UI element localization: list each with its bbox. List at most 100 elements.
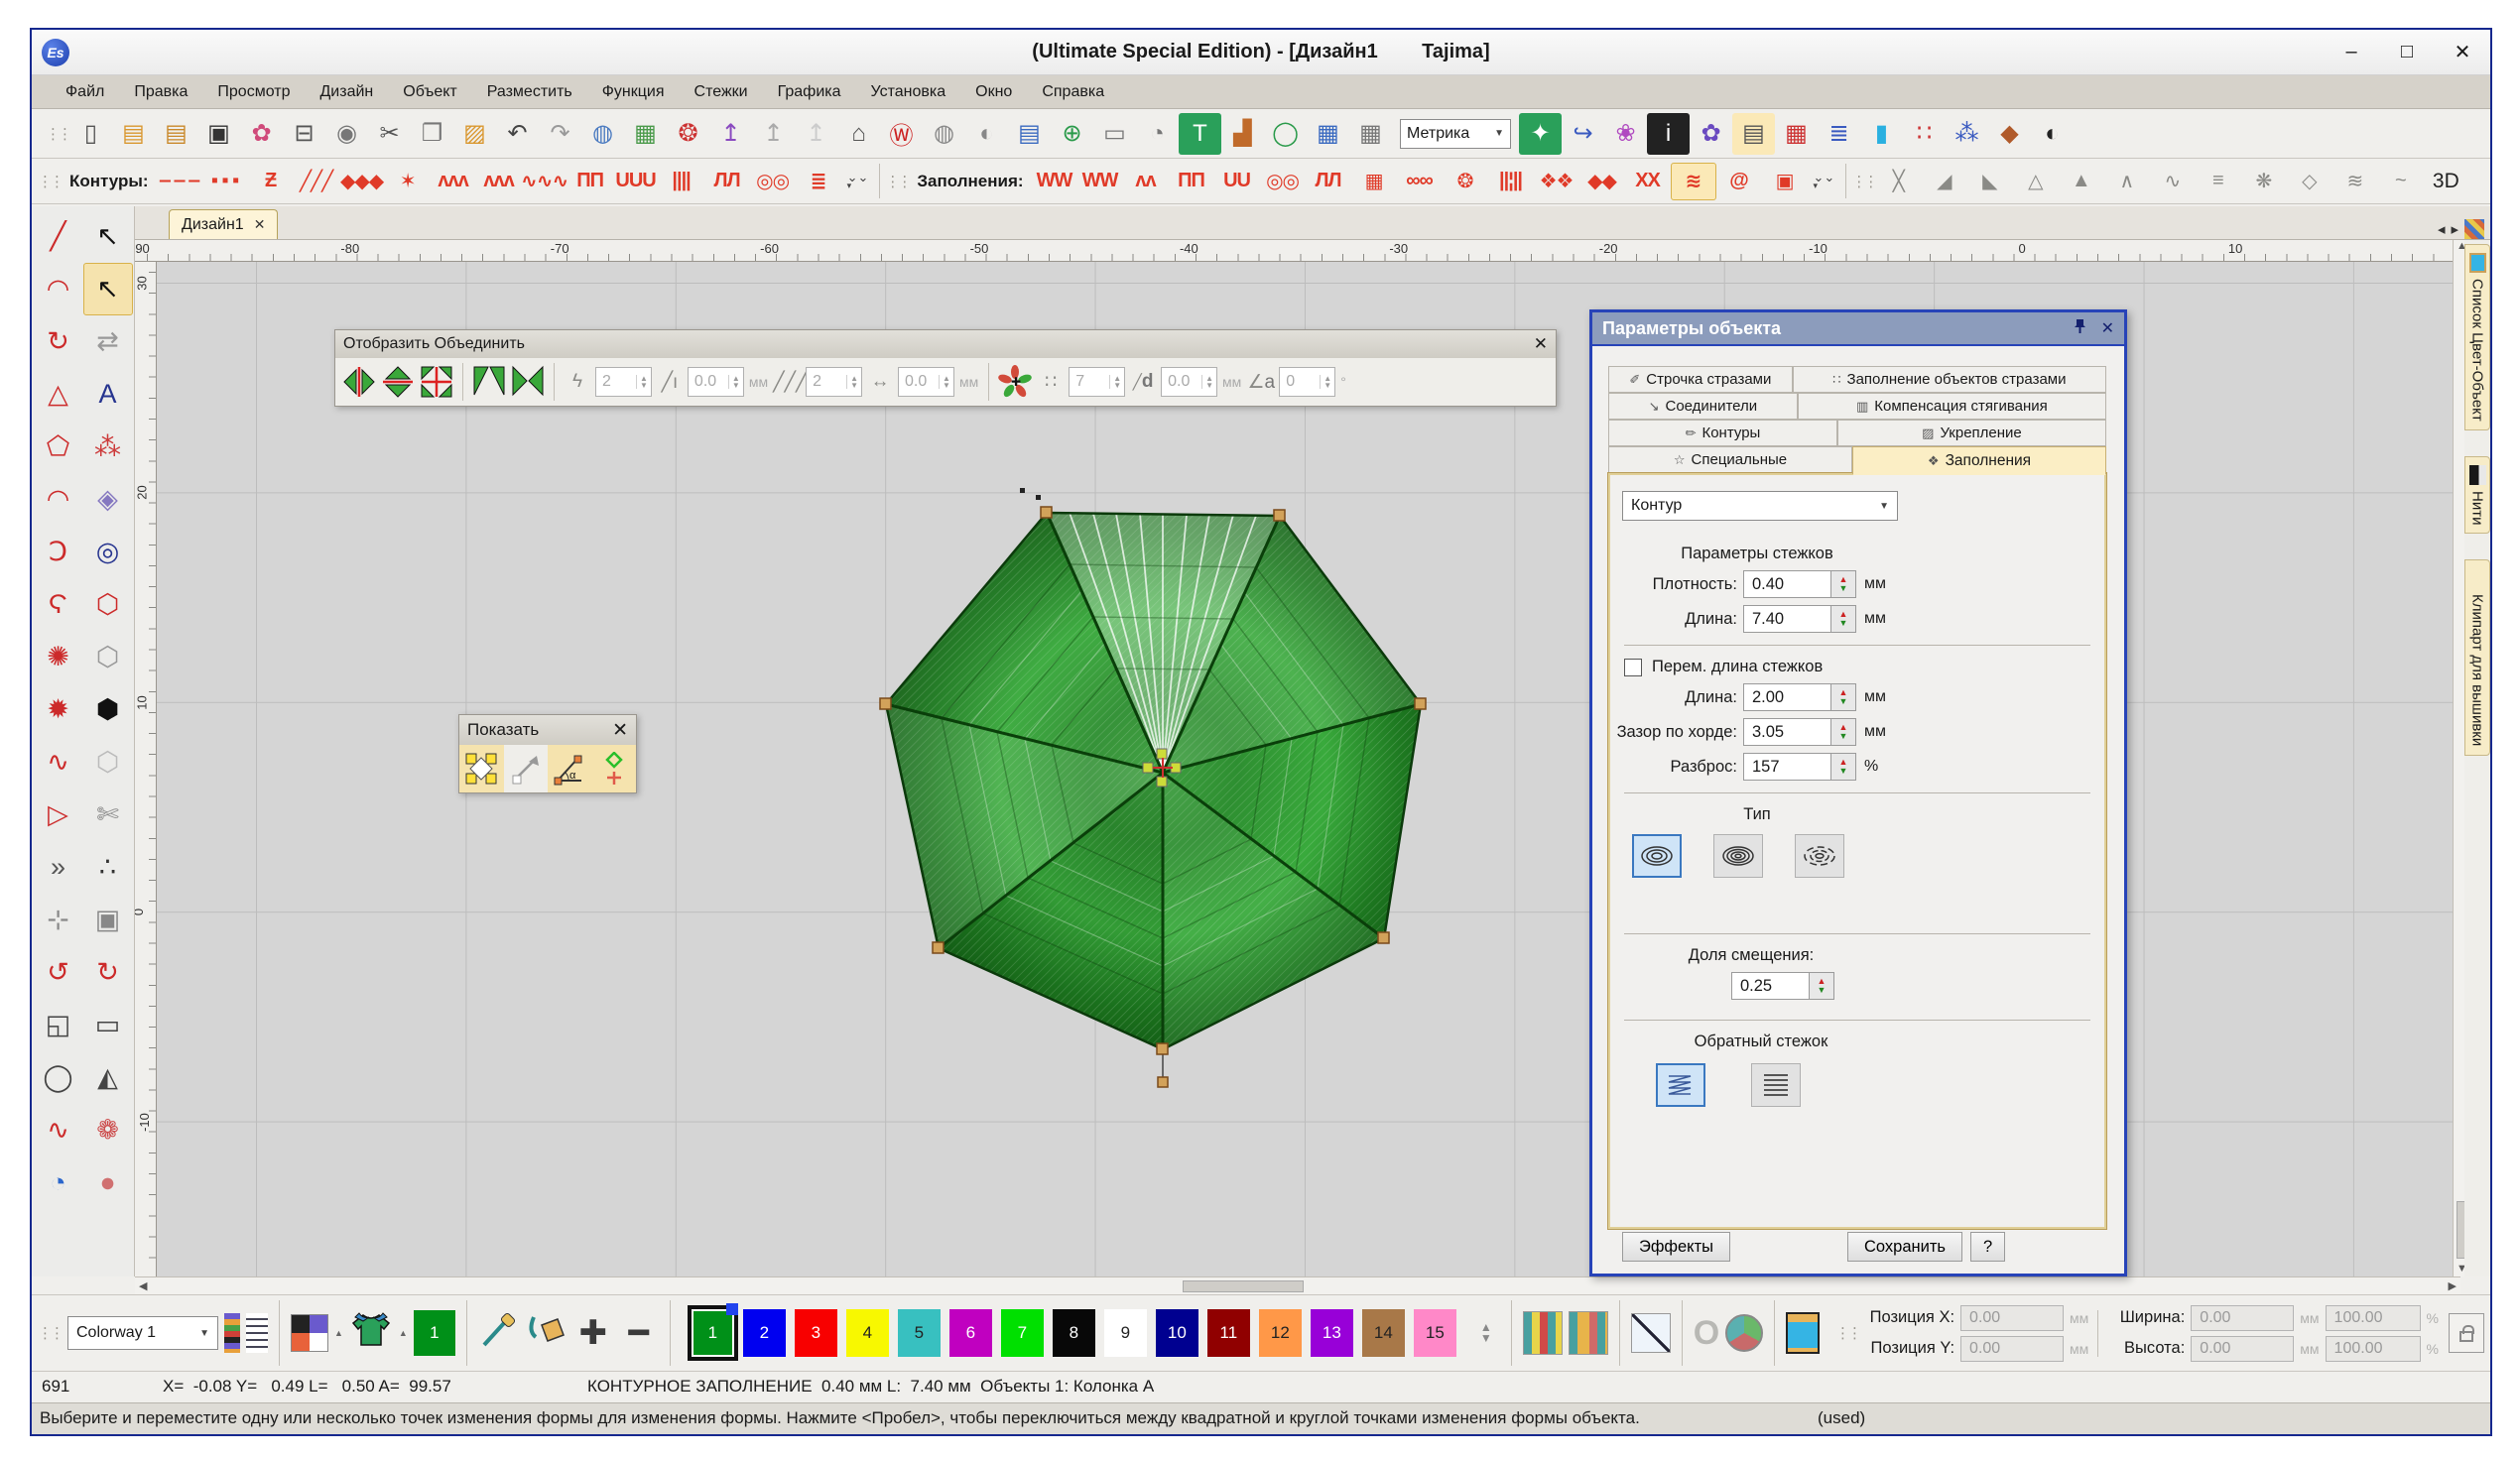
- effect-tool-icon[interactable]: ≋: [2331, 163, 2377, 200]
- palette-scroll-spinner[interactable]: ▲▼: [1480, 1322, 1492, 1344]
- var-length-spinner[interactable]: ▲▼: [1830, 683, 1856, 711]
- toolbar-icon[interactable]: ✂: [368, 113, 411, 155]
- color-swatch[interactable]: 14: [1362, 1309, 1405, 1357]
- color-swatch[interactable]: 7: [1001, 1309, 1044, 1357]
- color-swatch[interactable]: 2: [743, 1309, 786, 1357]
- effect-tool-icon[interactable]: △: [2012, 163, 2058, 200]
- fill-stitch-icon[interactable]: ▣: [1762, 163, 1808, 200]
- tool-button[interactable]: ◱: [34, 999, 83, 1051]
- color-swatch[interactable]: 1: [692, 1309, 734, 1357]
- side-tab[interactable]: Список Цвет-Объект: [2464, 244, 2490, 430]
- help-button[interactable]: ?: [1970, 1232, 2005, 1262]
- variable-length-checkbox[interactable]: [1624, 659, 1642, 676]
- color-wheel-icon[interactable]: [1725, 1314, 1763, 1352]
- contour-stitch-icon[interactable]: ∿∿∿: [522, 163, 567, 200]
- fill-stitch-icon[interactable]: ≋: [1671, 163, 1716, 200]
- show-handles-button[interactable]: [459, 745, 504, 792]
- fill-stitch-icon[interactable]: ЛЛ: [1306, 163, 1351, 200]
- color-swatch[interactable]: 11: [1207, 1309, 1250, 1357]
- menu-item[interactable]: Окно: [975, 83, 1012, 101]
- fill-stitch-icon[interactable]: ʌʌ: [1123, 163, 1169, 200]
- menu-item[interactable]: Правка: [134, 83, 188, 101]
- chord-gap-spinner[interactable]: ▲▼: [1830, 718, 1856, 746]
- tool-button[interactable]: ◠: [34, 473, 83, 526]
- contour-stitch-icon[interactable]: ʌʌʌ: [476, 163, 522, 200]
- toolbar-icon[interactable]: ✿: [240, 113, 283, 155]
- tool-button[interactable]: ⬡: [83, 736, 133, 789]
- tab-outlines[interactable]: ✏Контуры: [1608, 420, 1837, 446]
- scroll-right-icon[interactable]: ▶: [2449, 1279, 2457, 1292]
- tool-button[interactable]: ✹: [34, 683, 83, 736]
- chevron-up-icon[interactable]: ▲: [334, 1328, 343, 1338]
- color-swatch[interactable]: 9: [1104, 1309, 1147, 1357]
- toolbar-icon[interactable]: ▦: [1349, 113, 1392, 155]
- toolbar-icon[interactable]: ✿: [1690, 113, 1732, 155]
- toolbar-icon[interactable]: ▦: [1775, 113, 1818, 155]
- current-color-chip[interactable]: 1: [414, 1310, 455, 1356]
- menu-item[interactable]: Просмотр: [217, 83, 290, 101]
- fill-stitch-icon[interactable]: ∞∞: [1397, 163, 1443, 200]
- tab-close-icon[interactable]: ✕: [254, 216, 266, 233]
- spread-input[interactable]: 157: [1743, 753, 1830, 781]
- palette-mini-icon[interactable]: [2464, 219, 2484, 239]
- color-swatch[interactable]: 3: [795, 1309, 837, 1357]
- toolbar-icon[interactable]: ▭: [1093, 113, 1136, 155]
- gap-spinner[interactable]: 0.0▲▼: [898, 367, 954, 397]
- colorway-list-icon[interactable]: [224, 1313, 240, 1353]
- tool-button[interactable]: ◔: [34, 1156, 83, 1209]
- contour-stitch-icon[interactable]: ≣: [796, 163, 841, 200]
- tool-button[interactable]: ⬢: [83, 683, 133, 736]
- effect-tool-icon[interactable]: ≡: [2195, 163, 2240, 200]
- fill-stitch-icon[interactable]: ПП: [1169, 163, 1214, 200]
- tab-scroll-right-icon[interactable]: ▸: [2451, 220, 2458, 238]
- menu-item[interactable]: Справка: [1042, 83, 1104, 101]
- show-direction-button[interactable]: [504, 745, 549, 792]
- fill-stitch-icon[interactable]: UU: [1214, 163, 1260, 200]
- minimize-button[interactable]: –: [2324, 31, 2379, 74]
- toolbar-icon[interactable]: ↶: [496, 113, 539, 155]
- mirror-vertical-icon[interactable]: [380, 364, 416, 400]
- type-concentric-button[interactable]: [1713, 834, 1763, 878]
- aspect-lock-button[interactable]: [2449, 1313, 2484, 1353]
- toolbar-icon[interactable]: ∷: [1903, 113, 1946, 155]
- color-swatch[interactable]: 6: [949, 1309, 992, 1357]
- toolbar-icon[interactable]: ◔: [1136, 113, 1179, 155]
- overflow-chevron-icon[interactable]: ⌄⌄▾: [847, 173, 869, 190]
- contour-stitch-icon[interactable]: ▪ ▪ ▪: [202, 163, 248, 200]
- tool-button[interactable]: ●: [83, 1156, 133, 1209]
- save-button[interactable]: Сохранить: [1847, 1232, 1962, 1262]
- menu-item[interactable]: Установка: [871, 83, 946, 101]
- tool-button[interactable]: ↺: [34, 946, 83, 999]
- mirror-copy-alt-icon[interactable]: [510, 364, 546, 400]
- contour-stitch-icon[interactable]: ПП: [567, 163, 613, 200]
- color-swatch[interactable]: 12: [1259, 1309, 1302, 1357]
- ring-tool-icon[interactable]: O: [1694, 1314, 1719, 1353]
- contour-stitch-icon[interactable]: ◎◎: [750, 163, 796, 200]
- show-close-icon[interactable]: ✕: [612, 719, 628, 742]
- tool-button[interactable]: ⬡: [83, 631, 133, 683]
- toolbar-icon[interactable]: i: [1647, 113, 1690, 155]
- tab-fills[interactable]: ❖Заполнения: [1852, 446, 2106, 475]
- garment-icon[interactable]: [349, 1309, 393, 1357]
- panel-header[interactable]: Параметры объекта ✕: [1592, 312, 2124, 346]
- units-select[interactable]: Метрика▼: [1400, 119, 1511, 149]
- horizontal-scrollbar[interactable]: ◀ ▶: [135, 1276, 2460, 1294]
- copies-spinner[interactable]: 2▲▼: [595, 367, 652, 397]
- contour-stitch-icon[interactable]: ЛЛ: [704, 163, 750, 200]
- toolbar-icon[interactable]: ↥: [752, 113, 795, 155]
- tab-rhinestone-fill[interactable]: ∷Заполнение объектов стразами: [1793, 366, 2106, 393]
- menu-item[interactable]: Файл: [65, 83, 104, 101]
- palette-editor-icon[interactable]: [291, 1314, 328, 1352]
- toolbar-icon[interactable]: ▤: [112, 113, 155, 155]
- remove-color-icon[interactable]: ━: [619, 1313, 659, 1353]
- effect-tool-icon[interactable]: ~: [2377, 163, 2423, 200]
- effect-tool-icon[interactable]: ∧: [2103, 163, 2149, 200]
- toolbar-icon[interactable]: ↪: [1562, 113, 1604, 155]
- length-spinner[interactable]: ▲▼: [1830, 605, 1856, 633]
- fill-stitch-icon[interactable]: ▦: [1351, 163, 1397, 200]
- toolbar-icon[interactable]: ◯: [1264, 113, 1307, 155]
- tab-pull-compensation[interactable]: ▥Компенсация стягивания: [1798, 393, 2106, 420]
- color-swatch[interactable]: 4: [846, 1309, 889, 1357]
- menu-item[interactable]: Объект: [403, 83, 456, 101]
- pattern-swap-icon[interactable]: [1523, 1311, 1563, 1355]
